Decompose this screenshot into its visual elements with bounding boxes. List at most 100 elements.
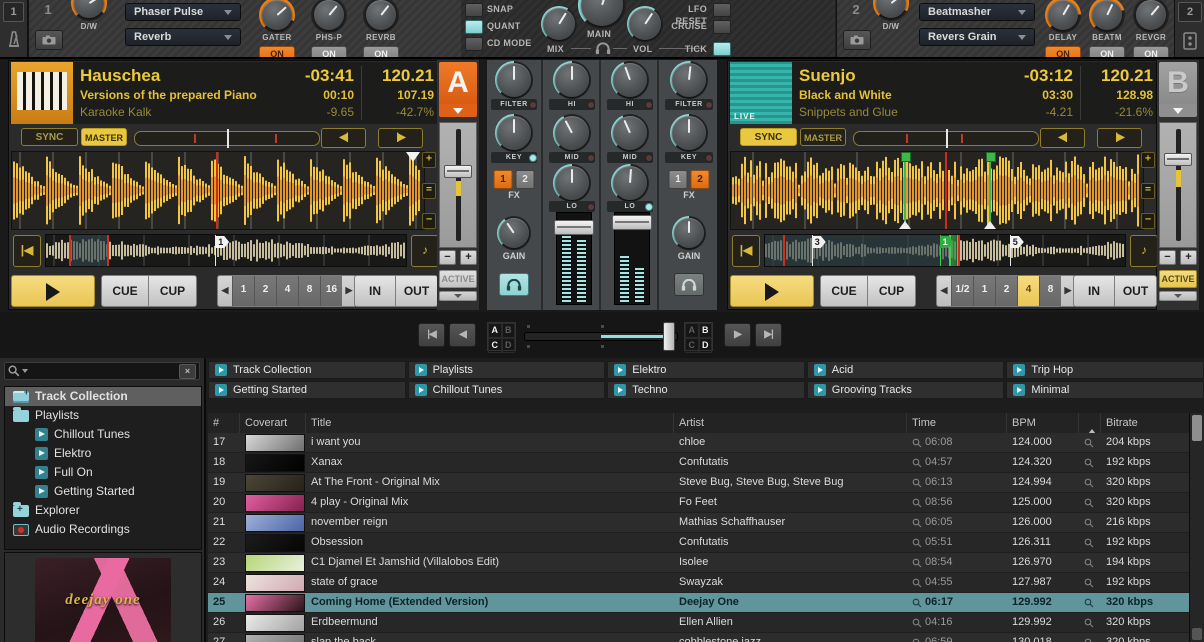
fx2-slot2-select[interactable]: Revers Grain [919,28,1035,46]
deck-b-stripe[interactable]: 315 [764,234,1126,267]
table-row[interactable]: 24state of graceSwayzak04:55127.987192 k… [208,573,1189,593]
fx1-knob-2-on-button[interactable]: ON [311,46,347,57]
favorite-item[interactable]: Techno [607,381,805,399]
search-box[interactable]: × [4,362,200,380]
fx2-slot1-select[interactable]: Beatmasher [919,3,1035,21]
preview-icon[interactable] [912,538,922,548]
favorite-item[interactable]: Acid [807,361,1005,379]
channel-a-lo-indicator[interactable] [587,203,595,211]
cd-mode-toggle[interactable] [465,37,483,51]
deck-a-tempo-plus-button[interactable]: + [460,250,477,265]
fx2-knob-3-on-button[interactable]: ON [1133,46,1169,57]
table-row[interactable]: 26ErdbeermundEllen Allien04:16129.992320… [208,613,1189,633]
preview-icon[interactable] [1084,618,1094,628]
deck-b-loop-active-button[interactable]: ACTIVE [1159,270,1197,288]
assign-c[interactable]: C [488,338,502,353]
channel-b-hi-knob[interactable] [613,63,647,97]
preview-icon[interactable] [912,438,922,448]
table-row[interactable]: 204 play - Original MixFo Feet08:56125.0… [208,493,1189,513]
preview-icon[interactable] [1084,538,1094,548]
favorite-item[interactable]: Trip Hop [1006,361,1204,379]
deck-a-key-lock-button[interactable]: ♪ [411,235,439,267]
deck-b-cue-button[interactable]: CUE [820,275,868,307]
deck-b-key-lock-button[interactable]: ♪ [1130,235,1158,267]
headphone-mix-knob[interactable] [543,8,575,40]
loop-smaller-button[interactable]: ◀ [218,276,232,306]
channel-b-mid-knob[interactable] [613,116,647,150]
channel-a-monitor-button[interactable] [499,273,529,296]
fx1-knob-1-on-button[interactable]: ON [259,46,295,57]
loop-size-8[interactable]: 8 [1039,276,1061,306]
table-row[interactable]: 21november reignMathias Schaffhauser06:0… [208,513,1189,533]
deck-a-play-button[interactable] [11,275,95,307]
channel-b-filter-indicator[interactable] [705,101,713,109]
preview-icon[interactable] [912,518,922,528]
fx1-knob-3-on-button[interactable]: ON [363,46,399,57]
deck-b-tempo-fader[interactable] [1159,122,1197,248]
zoom-out-button[interactable]: − [422,213,436,229]
preview-icon[interactable] [912,638,922,642]
fx1-dry-wet-knob[interactable] [74,0,104,18]
column-header-bitrate[interactable]: Bitrate [1101,413,1189,433]
preview-icon[interactable] [912,458,922,468]
deck-a-loop-active-button[interactable]: ACTIVE [439,270,477,288]
deck-a-tempo-fader[interactable] [439,122,477,248]
loop-size-2[interactable]: 2 [995,276,1017,306]
scrollbar-thumb[interactable] [1192,415,1202,441]
table-row[interactable]: 22ObsessionConfutatis05:51126.311192 kbp… [208,533,1189,553]
deck-b-beatjump-fwd-button[interactable]: ▶ [724,323,751,347]
deck-a-waveform[interactable] [11,151,425,230]
lfo-reset-button[interactable] [713,3,731,17]
fx2-knob-2[interactable] [1092,0,1122,30]
deck-b-sync-button[interactable]: SYNC [740,128,797,146]
favorite-item[interactable]: Chillout Tunes [408,381,606,399]
channel-b-filter-knob[interactable] [672,63,706,97]
deck-a-tempo-handle[interactable] [444,165,472,178]
deck-a-skip-start-button[interactable]: |◀ [13,235,41,267]
sidebar-item-chillout-tunes[interactable]: Chillout Tunes [5,425,201,444]
channel-a-mid-knob[interactable] [555,116,589,150]
preview-icon[interactable] [1084,598,1094,608]
zoom-reset-button[interactable]: = [1141,183,1155,199]
loop-out-marker[interactable] [989,152,991,229]
zoom-in-button[interactable]: + [422,152,436,168]
channel-a-mid-indicator[interactable] [587,154,595,162]
zoom-in-button[interactable]: + [1141,152,1155,168]
sidebar-item-track-collection[interactable]: Track Collection [5,387,201,406]
deck-a-tempo-bend-left[interactable]: ◀| [321,128,366,148]
column-header-num[interactable]: # [208,413,240,433]
preview-icon[interactable] [1084,518,1094,528]
fx2-dry-wet-knob[interactable] [876,0,906,18]
deck-a-master-button[interactable]: MASTER [81,128,127,146]
preview-icon[interactable] [912,598,922,608]
sidebar-item-full-on[interactable]: Full On [5,463,201,482]
channel-b-fader-handle[interactable] [612,215,652,230]
assign-b[interactable]: B [699,323,713,338]
assign-a[interactable]: A [488,323,502,338]
loop-size-16[interactable]: 16 [320,276,342,306]
fx-assign-1[interactable]: 1 [669,170,688,189]
sidebar-item-playlists[interactable]: Playlists [5,406,201,425]
crossfader-assign-right[interactable]: ABCD [684,322,713,351]
fx1-knob-1[interactable] [262,0,292,30]
column-header-time[interactable]: Time [907,413,1007,433]
preview-icon[interactable] [912,478,922,488]
deck-b-tempo-bend-right[interactable]: |▶ [1097,128,1142,148]
channel-b-volume-fader[interactable] [614,212,650,305]
table-row[interactable]: 25Coming Home (Extended Version)Deejay O… [208,593,1189,613]
loop-size-2[interactable]: 2 [254,276,276,306]
favorite-item[interactable]: Elektro [607,361,805,379]
channel-b-lo-indicator[interactable] [645,203,653,211]
column-header-coverart[interactable]: Coverart [240,413,306,433]
channel-a-volume-fader[interactable] [556,212,592,305]
preview-icon[interactable] [912,578,922,588]
channel-b-lo-knob[interactable] [613,166,647,200]
fx-assign-1[interactable]: 1 [494,170,513,189]
channel-a-key-indicator[interactable] [529,154,537,162]
preview-icon[interactable] [1084,558,1094,568]
table-scrollbar[interactable] [1189,413,1204,642]
zoom-reset-button[interactable]: = [422,183,436,199]
deck-a-tempo-minus-button[interactable]: − [439,250,456,265]
crossfader-track[interactable] [524,332,678,341]
sidebar-item-audio-recordings[interactable]: Audio Recordings [5,520,201,539]
